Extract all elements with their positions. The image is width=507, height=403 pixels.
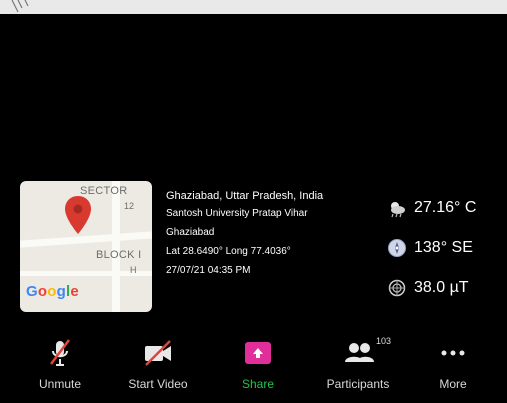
sensor-readings: 27.16° C 138° SE 38.0 µT — [386, 195, 501, 315]
meeting-toolbar: Unmute Start Video Share 103 Participant… — [0, 332, 507, 403]
participants-count: 103 — [376, 336, 392, 346]
compass-icon — [386, 237, 408, 259]
participants-icon — [345, 343, 374, 362]
start-video-label: Start Video — [128, 377, 188, 391]
share-screen-icon — [245, 342, 271, 364]
direction-value: 138° SE — [414, 239, 473, 256]
share-label: Share — [241, 377, 275, 391]
google-letter: e — [70, 283, 79, 300]
google-letter: o — [37, 283, 48, 300]
top-strip — [0, 0, 507, 14]
magnetic-value: 38.0 µT — [414, 279, 469, 296]
magnetic-field-icon — [386, 277, 408, 299]
weather-icon — [386, 197, 408, 219]
map-label-h: H — [130, 265, 137, 275]
coordinates-line: Lat 28.6490° Long 77.4036° — [166, 246, 291, 257]
more-label: More — [439, 377, 467, 391]
map-label-block: BLOCK I — [96, 249, 142, 261]
google-letter: o — [47, 283, 57, 300]
temperature-value: 27.16° C — [414, 199, 477, 216]
participants-label: Participants — [326, 377, 390, 391]
datetime-line: 27/07/21 04:35 PM — [166, 265, 251, 276]
location-info: Ghaziabad, Uttar Pradesh, India Santosh … — [166, 190, 376, 284]
google-letter: g — [56, 283, 66, 300]
participants-button[interactable]: 103 Participants — [308, 332, 408, 403]
video-off-icon — [145, 340, 171, 366]
magnetic-reading: 38.0 µT — [386, 275, 501, 301]
video-area[interactable] — [0, 14, 507, 176]
city-line: Ghaziabad — [166, 227, 215, 238]
microphone-muted-icon — [50, 339, 70, 366]
place-name: Ghaziabad, Uttar Pradesh, India — [166, 190, 324, 202]
start-video-button[interactable]: Start Video — [112, 332, 204, 403]
map-label-12: 12 — [124, 201, 135, 211]
map-pin-icon — [65, 196, 91, 234]
unmute-label: Unmute — [38, 377, 82, 391]
share-button[interactable]: Share — [228, 332, 288, 403]
more-dots-icon — [441, 350, 465, 356]
direction-reading: 138° SE — [386, 235, 501, 261]
unmute-button[interactable]: Unmute — [22, 332, 98, 403]
corner-mark-icon — [11, 0, 29, 13]
google-logo: Google — [26, 283, 79, 300]
google-letter: G — [26, 283, 38, 300]
temperature-reading: 27.16° C — [386, 195, 501, 221]
map-thumbnail[interactable]: SECTOR 12 BLOCK I H Google — [20, 181, 152, 312]
more-button[interactable]: More — [428, 332, 478, 403]
address-line: Santosh University Pratap Vihar — [166, 208, 308, 219]
